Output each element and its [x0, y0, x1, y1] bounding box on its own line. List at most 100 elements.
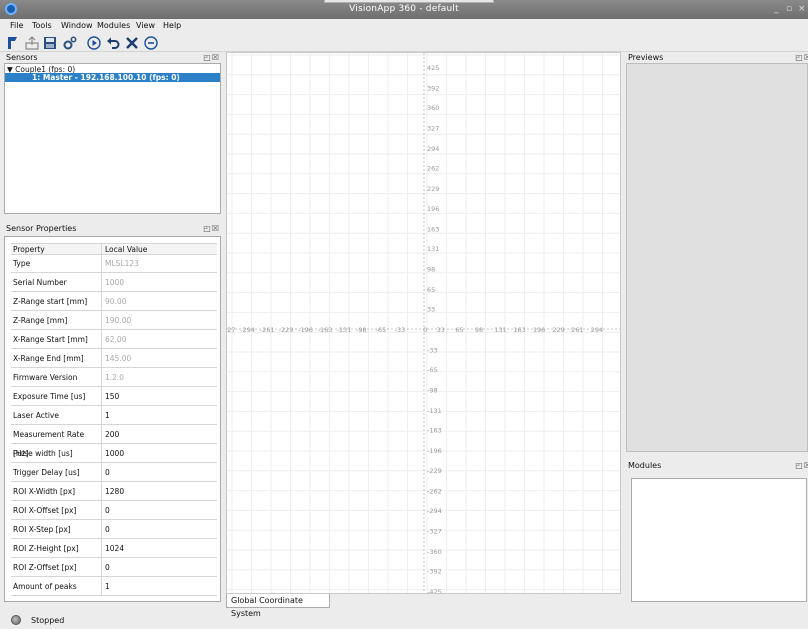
x-tick-label: -65	[376, 326, 387, 334]
property-name: Measurement Rate [Hz]	[11, 425, 102, 458]
menu-view[interactable]: View	[136, 21, 155, 30]
menu-bar: File Tools Window Modules View Help	[0, 19, 808, 33]
modules-panel-title: Modules	[628, 461, 662, 470]
export-icon[interactable]	[24, 35, 39, 50]
property-name: Exposure Time [us]	[11, 387, 102, 406]
panel-float-close-icon[interactable]: ◰☒	[795, 53, 808, 62]
table-row[interactable]: Z-Range start [mm] 90.00	[11, 292, 217, 311]
table-row[interactable]: Type MLSL123	[11, 254, 217, 273]
property-value: 145.00	[105, 354, 132, 363]
x-tick-label: -261	[260, 326, 275, 334]
y-tick-label: -425	[427, 588, 442, 594]
property-value[interactable]: 200	[103, 425, 119, 444]
property-value[interactable]: 1	[103, 406, 110, 425]
table-row[interactable]: Trigger Delay [us] 0	[11, 463, 217, 482]
y-tick-label: 229	[427, 185, 439, 193]
sensors-tree[interactable]: ▼ Couple1 (fps: 0) 1: Master - 192.168.1…	[4, 63, 221, 214]
x-tick-label: 33	[437, 326, 445, 334]
property-value[interactable]: 0	[103, 558, 110, 577]
save-icon[interactable]	[42, 35, 57, 50]
menu-tools[interactable]: Tools	[32, 21, 52, 30]
property-name: Type	[11, 254, 102, 273]
property-name: Z-Range start [mm]	[11, 292, 102, 311]
property-value[interactable]: 0	[103, 501, 110, 520]
modules-panel-header: Modules ◰☒	[626, 461, 808, 472]
property-name: Trigger Delay [us]	[11, 463, 102, 482]
property-value: 1000	[105, 278, 125, 287]
plot-canvas[interactable]: 425392360327294262229196163131986533-33-…	[227, 53, 621, 594]
table-row[interactable]: X-Range Start [mm] 62.00	[11, 330, 217, 349]
menu-modules[interactable]: Modules	[97, 21, 130, 30]
sensor-properties-title: Sensor Properties	[6, 224, 77, 233]
property-name: Z-Range [mm]	[11, 311, 102, 330]
table-row[interactable]: Amount of peaks 1	[11, 577, 217, 596]
y-tick-label: -65	[427, 366, 438, 374]
property-value[interactable]: 0	[103, 520, 110, 539]
modules-list[interactable]	[631, 478, 807, 602]
menu-window[interactable]: Window	[61, 21, 93, 30]
y-tick-label: -196	[427, 447, 442, 455]
table-row[interactable]: Z-Range [mm] 190.00	[11, 311, 217, 330]
table-row[interactable]: Firmware Version 1.2.0	[11, 368, 217, 387]
panel-float-close-icon[interactable]: ◰☒	[795, 461, 808, 470]
x-tick-label: 261	[571, 326, 583, 334]
property-value[interactable]: 0	[103, 463, 110, 482]
x-tick-label: 229	[552, 326, 564, 334]
sensors-panel-title: Sensors	[6, 53, 38, 62]
property-value: 62.00	[105, 335, 127, 344]
y-tick-label: 65	[427, 286, 435, 294]
settings-icon[interactable]	[62, 35, 77, 50]
x-tick-label: -131	[337, 326, 352, 334]
y-tick-label: 98	[427, 266, 435, 274]
y-tick-label: -131	[427, 407, 442, 415]
table-row[interactable]: ROI X-Offset [px] 0	[11, 501, 217, 520]
table-row[interactable]: Serial Number 1000	[11, 273, 217, 292]
y-tick-label: -294	[427, 507, 442, 515]
property-value[interactable]: 150	[103, 387, 119, 406]
table-row[interactable]: Laser Active 1	[11, 406, 217, 425]
x-tick-label: 98	[475, 326, 483, 334]
x-tick-label: 131	[494, 326, 506, 334]
property-name: ROI X-Offset [px]	[11, 501, 102, 520]
table-row[interactable]: Exposure Time [us] 150	[11, 387, 217, 406]
panel-float-close-icon[interactable]: ◰☒	[203, 53, 220, 62]
property-name: ROI X-Width [px]	[11, 482, 102, 501]
table-row[interactable]: Measurement Rate [Hz] 200	[11, 425, 217, 458]
property-name: Amount of peaks	[11, 577, 102, 596]
y-tick-label: -327	[427, 528, 442, 536]
table-row[interactable]: ROI X-Width [px] 1280	[11, 482, 217, 501]
minus-circle-icon[interactable]	[143, 35, 158, 50]
table-row[interactable]: ROI Z-Height [px] 1024	[11, 539, 217, 558]
sensor-connect-icon[interactable]	[5, 35, 20, 50]
y-tick-label: 294	[427, 145, 439, 153]
table-row[interactable]: X-Range End [mm] 145.00	[11, 349, 217, 368]
y-tick-label: -229	[427, 467, 442, 475]
x-tick-label: -294	[240, 326, 255, 334]
window-title: VisionApp 360 - default	[349, 4, 459, 14]
property-value[interactable]: 1000	[103, 444, 124, 463]
minimize-button[interactable]: _	[774, 4, 779, 14]
tools-icon[interactable]	[124, 35, 139, 50]
table-row[interactable]: ROI X-Step [px] 0	[11, 520, 217, 539]
maximize-button[interactable]: ▫	[786, 4, 792, 14]
x-tick-label: -327	[227, 326, 236, 334]
tree-item-master-sensor[interactable]: 1: Master - 192.168.100.10 (fps: 0)	[5, 73, 220, 82]
sensor-properties-header: Sensor Properties ◰☒	[4, 224, 222, 235]
coordinate-plot[interactable]: 425 392 360 327 294 262 229 196 163 131 98 65 33 -33-…	[226, 52, 621, 594]
menu-file[interactable]: File	[10, 21, 23, 30]
table-row[interactable]: Pulse width [us] 1000	[11, 444, 217, 463]
menu-help[interactable]: Help	[163, 21, 181, 30]
property-name: X-Range End [mm]	[11, 349, 102, 368]
table-row[interactable]: ROI Z-Offset [px] 0	[11, 558, 217, 577]
property-value[interactable]: 1280	[103, 482, 124, 501]
property-value[interactable]: 1	[103, 577, 110, 596]
property-value[interactable]: 1024	[103, 539, 124, 558]
title-notch	[324, 0, 494, 3]
property-value: 90.00	[105, 297, 127, 306]
close-button[interactable]: ×	[798, 4, 806, 14]
undo-icon[interactable]	[105, 35, 120, 50]
x-tick-label: -33	[395, 326, 406, 334]
tab-global-coordinate-system[interactable]: Global Coordinate System	[226, 594, 330, 618]
play-icon[interactable]	[86, 35, 101, 50]
panel-float-close-icon[interactable]: ◰☒	[203, 224, 220, 233]
